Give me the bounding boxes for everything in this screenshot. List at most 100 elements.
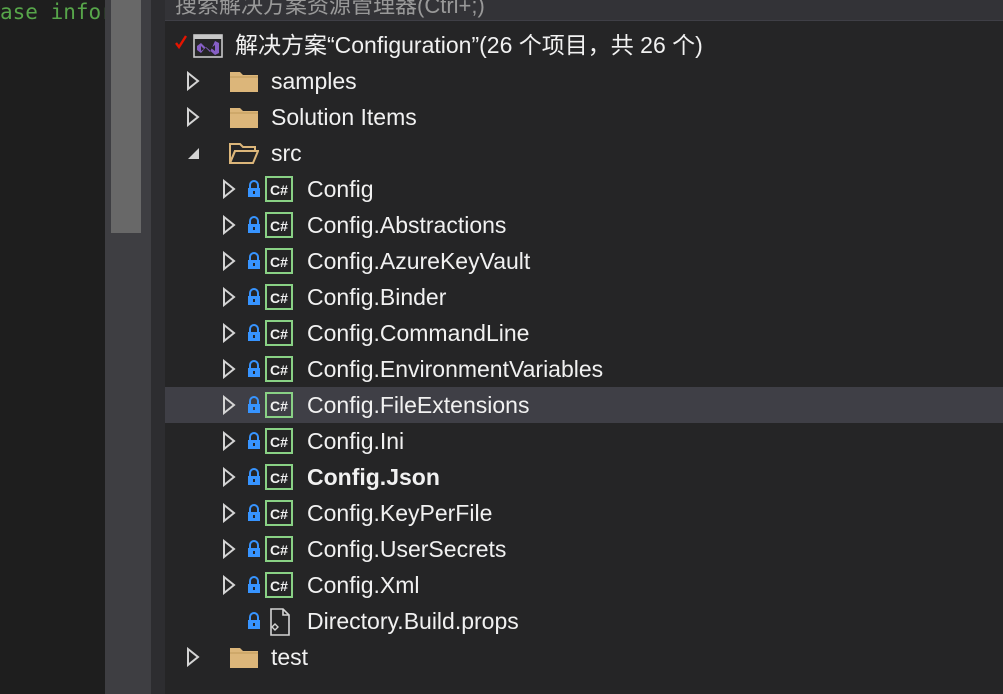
chevron-right-icon[interactable] xyxy=(183,71,203,91)
tree-item-label: src xyxy=(271,140,302,166)
svg-text:C#: C# xyxy=(270,578,288,594)
csharp-project-icon: C# xyxy=(265,212,293,238)
tree-item-project[interactable]: C# Config.Ini xyxy=(165,423,1003,459)
folder-icon xyxy=(230,648,258,668)
lock-icon xyxy=(248,504,260,521)
code-text: ase infor xyxy=(0,0,105,24)
svg-text:C#: C# xyxy=(270,434,288,450)
tree-item-label: Config.AzureKeyVault xyxy=(307,248,531,274)
chevron-right-icon[interactable] xyxy=(219,251,239,271)
tree-item-label: Config.Json xyxy=(307,464,440,490)
tree-item-label: samples xyxy=(271,68,357,94)
csharp-project-icon: C# xyxy=(265,500,293,526)
lock-icon xyxy=(248,324,260,341)
search-input[interactable]: 搜索解决方案资源管理器(Ctrl+;) xyxy=(165,0,1003,21)
folder-icon xyxy=(230,72,258,92)
lock-icon xyxy=(248,180,260,197)
solution-explorer: 搜索解决方案资源管理器(Ctrl+;) 解决方案“Configuration”(… xyxy=(165,0,1003,694)
svg-text:C#: C# xyxy=(270,542,288,558)
tree-item-test[interactable]: test xyxy=(165,639,1003,675)
lock-icon xyxy=(248,396,260,413)
tree-item-label: test xyxy=(271,644,309,670)
tree-item-solution[interactable]: 解决方案“Configuration”(26 个项目，共 26 个) xyxy=(165,27,1003,63)
tree-item-label: Config.KeyPerFile xyxy=(307,500,493,526)
csharp-project-icon: C# xyxy=(265,176,293,202)
lock-icon xyxy=(248,576,260,593)
tree-item-label: Config.UserSecrets xyxy=(307,536,507,562)
lock-icon xyxy=(248,360,260,377)
chevron-right-icon[interactable] xyxy=(219,575,239,595)
tree-item-project[interactable]: C# Config.CommandLine xyxy=(165,315,1003,351)
tree-item-label: Config xyxy=(307,176,374,202)
tree-item-label: Config.FileExtensions xyxy=(307,392,530,418)
svg-text:C#: C# xyxy=(270,362,288,378)
lock-icon xyxy=(248,540,260,557)
tree-item-props-file[interactable]: Directory.Build.props xyxy=(165,603,1003,639)
tree-item-label: Config.Ini xyxy=(307,428,405,454)
svg-text:C#: C# xyxy=(270,326,288,342)
svg-text:C#: C# xyxy=(270,218,288,234)
code-editor-pane[interactable]: ase infor xyxy=(0,0,105,694)
csharp-project-icon: C# xyxy=(265,536,293,562)
chevron-right-icon[interactable] xyxy=(219,431,239,451)
svg-text:C#: C# xyxy=(270,290,288,306)
lock-icon xyxy=(248,288,260,305)
chevron-right-icon[interactable] xyxy=(219,179,239,199)
lock-icon xyxy=(248,468,260,485)
tree-item-label: Config.EnvironmentVariables xyxy=(307,356,604,382)
checkmark-icon xyxy=(175,35,188,50)
tree-item-project[interactable]: C# Config.Abstractions xyxy=(165,207,1003,243)
chevron-right-icon[interactable] xyxy=(183,107,203,127)
tree-item-project[interactable]: C# Config xyxy=(165,171,1003,207)
tree-item-project[interactable]: C# Config.EnvironmentVariables xyxy=(165,351,1003,387)
svg-text:C#: C# xyxy=(270,182,288,198)
tree-item-src[interactable]: src xyxy=(165,135,1003,171)
folder-open-icon xyxy=(229,143,259,164)
search-placeholder: 搜索解决方案资源管理器(Ctrl+;) xyxy=(175,0,485,18)
chevron-right-icon[interactable] xyxy=(219,359,239,379)
tree-item-samples[interactable]: samples xyxy=(165,63,1003,99)
chevron-down-icon[interactable] xyxy=(183,143,203,163)
tree-item-project[interactable]: C# Config.Binder xyxy=(165,279,1003,315)
tree-item-label: Config.Abstractions xyxy=(307,212,507,238)
solution-icon xyxy=(193,34,223,58)
props-file-icon xyxy=(270,608,290,636)
solution-label: 解决方案“Configuration”(26 个项目，共 26 个) xyxy=(235,32,703,58)
svg-text:C#: C# xyxy=(270,398,288,414)
tree-item-label: Solution Items xyxy=(271,104,417,130)
tree-item-project-selected[interactable]: C# Config.FileExtensions xyxy=(165,387,1003,423)
chevron-right-icon[interactable] xyxy=(219,467,239,487)
chevron-right-icon[interactable] xyxy=(219,503,239,523)
csharp-project-icon: C# xyxy=(265,464,293,490)
svg-text:C#: C# xyxy=(270,506,288,522)
tree-item-project[interactable]: C# Config.KeyPerFile xyxy=(165,495,1003,531)
tree-item-label: Directory.Build.props xyxy=(307,608,519,634)
csharp-project-icon: C# xyxy=(265,572,293,598)
tree-item-solution-items[interactable]: Solution Items xyxy=(165,99,1003,135)
chevron-right-icon[interactable] xyxy=(219,215,239,235)
chevron-right-icon[interactable] xyxy=(219,323,239,343)
csharp-project-icon: C# xyxy=(265,392,293,418)
chevron-right-icon[interactable] xyxy=(219,287,239,307)
csharp-project-icon: C# xyxy=(265,248,293,274)
csharp-project-icon: C# xyxy=(265,320,293,346)
chevron-right-icon[interactable] xyxy=(219,539,239,559)
folder-icon xyxy=(230,108,258,128)
svg-text:C#: C# xyxy=(270,470,288,486)
tree-item-project[interactable]: C# Config.AzureKeyVault xyxy=(165,243,1003,279)
lock-icon xyxy=(248,432,260,449)
editor-vertical-scrollbar[interactable] xyxy=(105,0,151,694)
tree-item-project[interactable]: C# Config.UserSecrets xyxy=(165,531,1003,567)
tree-item-project[interactable]: C# Config.Xml xyxy=(165,567,1003,603)
chevron-right-icon[interactable] xyxy=(183,647,203,667)
tree-item-label: Config.Xml xyxy=(307,572,420,598)
chevron-right-icon[interactable] xyxy=(219,395,239,415)
lock-icon xyxy=(248,252,260,269)
tree-item-project-startup[interactable]: C# Config.Json xyxy=(165,459,1003,495)
csharp-project-icon: C# xyxy=(265,356,293,382)
lock-icon xyxy=(248,216,260,233)
scrollbar-thumb[interactable] xyxy=(111,0,141,233)
lock-icon xyxy=(248,612,260,629)
panel-splitter[interactable] xyxy=(151,0,165,694)
csharp-project-icon: C# xyxy=(265,284,293,310)
